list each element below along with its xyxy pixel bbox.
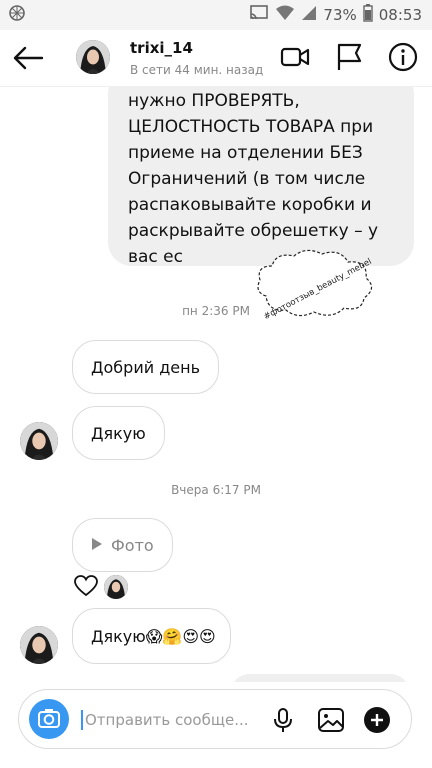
message-text: Дякую [91,423,146,443]
sent-message[interactable]: Дякую😱🤗😍😍 [72,608,231,664]
heart-icon[interactable] [74,575,98,601]
flag-icon[interactable] [334,42,364,72]
message-text: Дякую😱🤗😍😍 [91,626,216,646]
sent-message[interactable]: Дякую [72,406,165,460]
avatar[interactable] [76,40,110,74]
message-composer[interactable]: Отправить сообще... [18,689,412,749]
message-input[interactable]: Отправить сообще... [81,710,249,730]
play-icon [91,536,103,555]
received-message-text: нужно ПРОВЕРЯТЬ, ЦЕЛОСТНОСТЬ ТОВАРА при … [128,91,379,267]
timestamp: пн 2:36 PM [182,304,250,318]
message-text: Добрий день [91,357,200,377]
timestamp: Вчера 6:17 PM [171,483,261,497]
add-icon[interactable] [363,706,391,734]
sent-message[interactable]: Добрий день [72,340,219,394]
app-notification-icon [8,4,26,26]
received-message-partial [230,674,410,682]
battery-percent: 73% [323,6,357,24]
back-arrow-icon[interactable] [12,44,44,72]
username[interactable]: trixi_14 [130,39,193,57]
cast-icon [249,5,269,25]
message-thread[interactable]: нужно ПРОВЕРЯТЬ, ЦЕЛОСТНОСТЬ ТОВАРА при … [0,86,432,682]
seen-avatar [104,575,128,599]
video-call-icon[interactable] [280,42,310,72]
battery-icon [363,4,373,26]
info-icon[interactable] [388,42,418,72]
camera-icon [38,709,60,728]
avatar[interactable] [20,422,58,460]
photo-message[interactable]: Фото [72,518,173,572]
wifi-icon [275,5,295,25]
camera-button[interactable] [29,699,69,739]
status-bar: 73% 08:53 [0,0,432,30]
chat-header: trixi_14 В сети 44 мин. назад [0,30,432,87]
microphone-icon[interactable] [269,706,297,734]
signal-icon [301,5,317,25]
photo-label: Фото [111,535,154,555]
avatar[interactable] [20,626,58,664]
received-message[interactable]: нужно ПРОВЕРЯТЬ, ЦЕЛОСТНОСТЬ ТОВАРА при … [108,86,414,267]
gallery-icon[interactable] [317,706,345,734]
clock: 08:53 [378,6,422,24]
presence-status: В сети 44 мин. назад [130,63,264,77]
